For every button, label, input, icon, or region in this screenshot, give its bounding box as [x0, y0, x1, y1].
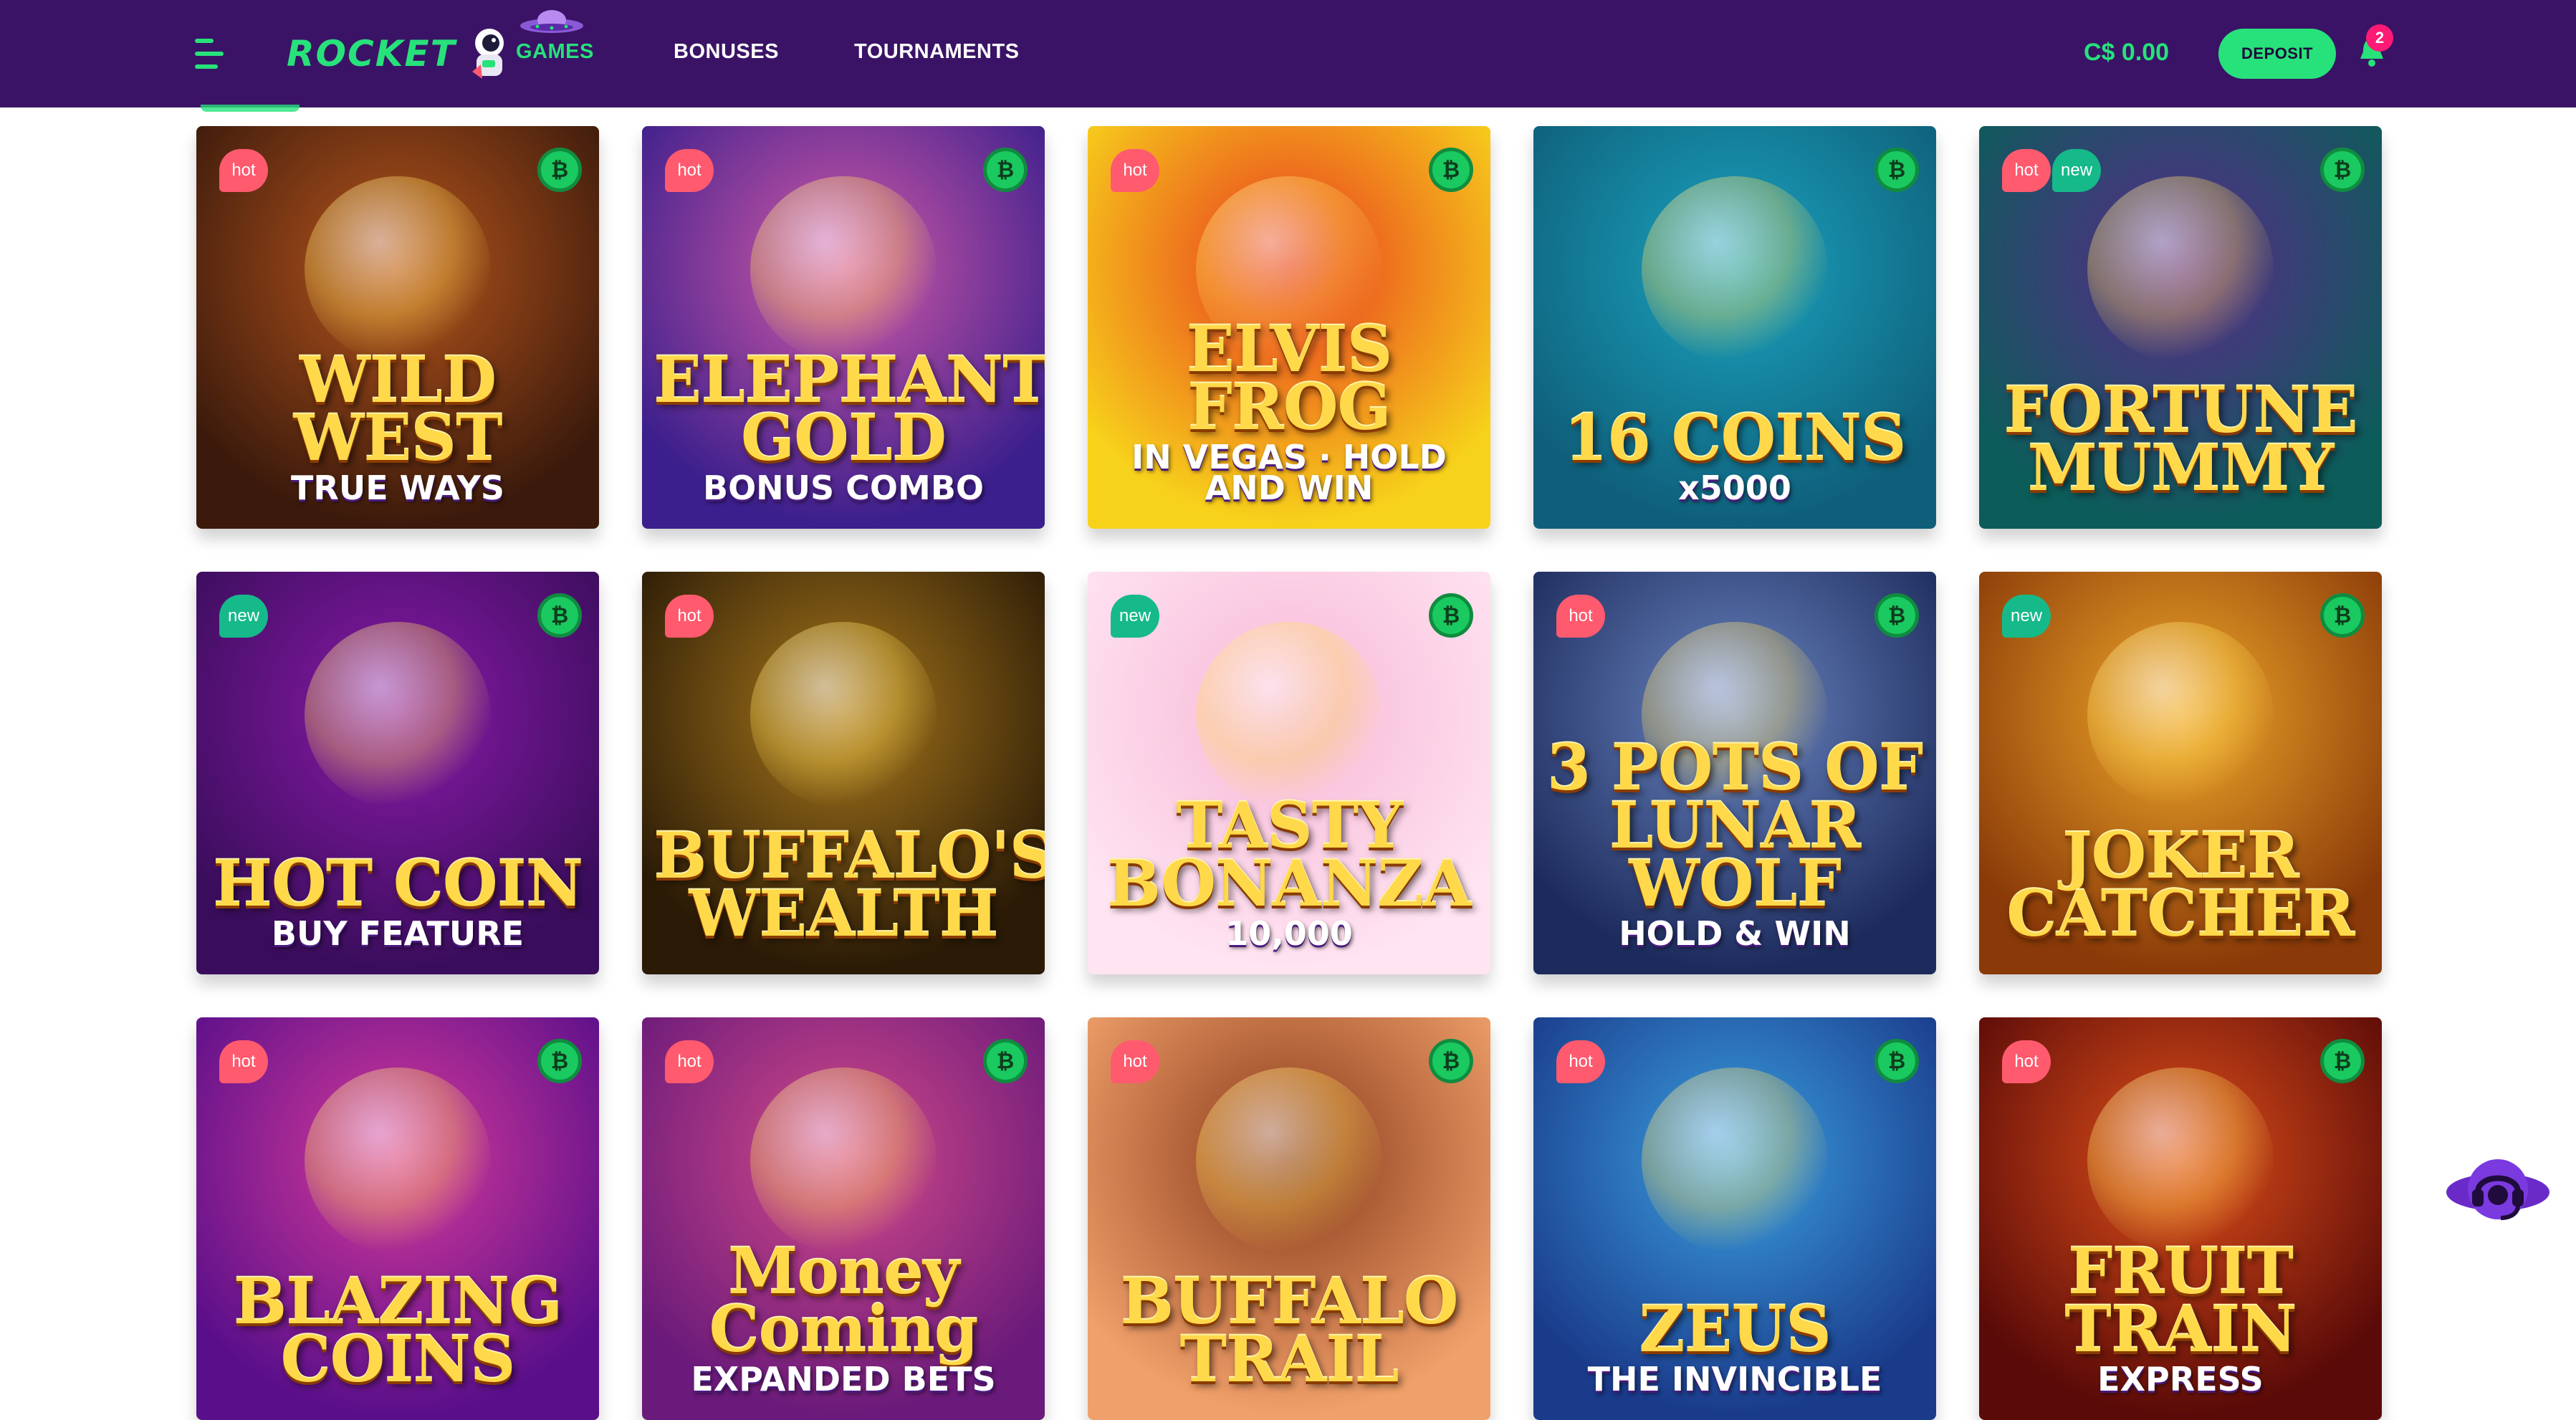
- bitcoin-icon: ₿: [1874, 148, 1919, 192]
- game-art: [1642, 176, 1828, 363]
- game-art: [2087, 1068, 2274, 1254]
- game-title: JOKER CATCHER: [2006, 818, 2355, 951]
- balance-display[interactable]: C$ 0.00: [2084, 39, 2169, 67]
- bitcoin-icon: ₿: [537, 1039, 582, 1083]
- game-subtitle: EXPRESS: [2097, 1359, 2264, 1399]
- nav-tournaments[interactable]: TOURNAMENTS: [854, 40, 1020, 64]
- top-header: ROCKET GAMES BONUSES TOURNAMENTS C$ 0.00…: [0, 0, 2576, 107]
- bitcoin-icon: ₿: [2320, 148, 2365, 192]
- ufo-icon: [520, 10, 583, 33]
- bitcoin-icon: ₿: [1429, 148, 1473, 192]
- bitcoin-icon: ₿: [1429, 593, 1473, 638]
- game-tile[interactable]: WILD WEST TRUE WAYS hot ₿: [196, 126, 599, 529]
- bitcoin-icon: ₿: [1429, 1039, 1473, 1083]
- game-tile[interactable]: ELVIS FROG IN VEGAS · HOLD AND WIN hot ₿: [1088, 126, 1490, 529]
- hot-badge: hot: [665, 1040, 714, 1083]
- bitcoin-icon: ₿: [537, 593, 582, 638]
- game-tile[interactable]: ELEPHANT'S GOLDBONUS COMBO hot ₿: [642, 126, 1045, 529]
- game-tile[interactable]: HOT COIN BUY FEATURE new ₿: [196, 572, 599, 974]
- game-subtitle: x5000: [1678, 468, 1791, 507]
- game-title: BLAZING COINS: [233, 1264, 563, 1397]
- game-title: FRUIT TRAIN EXPRESS: [1979, 1239, 2382, 1399]
- game-art: [750, 1068, 937, 1254]
- game-art: [2087, 176, 2274, 363]
- hot-badge: hot: [1111, 1040, 1159, 1083]
- hot-badge: hot: [2002, 149, 2051, 192]
- notification-badge: 2: [2366, 24, 2393, 52]
- hot-badge: hot: [1556, 1040, 1605, 1083]
- hot-badge: hot: [219, 1040, 268, 1083]
- game-art: [1196, 622, 1382, 808]
- game-title: HOT COIN BUY FEATURE: [196, 852, 599, 953]
- game-tile[interactable]: ZEUS THE INVINCIBLE hot ₿: [1533, 1017, 1936, 1420]
- bitcoin-icon: ₿: [983, 1039, 1028, 1083]
- game-tile[interactable]: 3 POTS OF LUNAR WOLF HOLD & WIN hot ₿: [1533, 572, 1936, 974]
- game-title: ELEPHANT'S GOLDBONUS COMBO: [653, 342, 1045, 507]
- game-title: WILD WEST TRUE WAYS: [196, 348, 599, 507]
- game-title: 16 COINS x5000: [1533, 406, 1936, 507]
- game-subtitle: EXPANDED BETS: [691, 1359, 996, 1399]
- nav-games[interactable]: GAMES: [516, 40, 594, 64]
- game-tile[interactable]: TASTY BONANZA 10,000 new ₿: [1088, 572, 1490, 974]
- game-subtitle: 10,000: [1225, 913, 1353, 953]
- game-art: [1196, 1068, 1382, 1254]
- game-title: ZEUS THE INVINCIBLE: [1533, 1297, 1936, 1399]
- game-art: [305, 1068, 491, 1254]
- site-logo[interactable]: ROCKET: [287, 21, 512, 86]
- category-tab-indicator: [201, 105, 300, 112]
- game-art: [750, 622, 937, 808]
- game-tile[interactable]: FORTUNE MUMMY hot new ₿: [1979, 126, 2382, 529]
- game-title: BUFFALO TRAIL: [1120, 1264, 1459, 1397]
- game-tile[interactable]: JOKER CATCHER new ₿: [1979, 572, 2382, 974]
- new-badge: new: [2002, 595, 2051, 638]
- new-badge: new: [2052, 149, 2102, 192]
- hot-badge: hot: [219, 149, 268, 192]
- game-tile[interactable]: 16 COINS x5000 ₿: [1533, 126, 1936, 529]
- new-badge: new: [219, 595, 269, 638]
- bitcoin-icon: ₿: [1874, 1039, 1919, 1083]
- game-subtitle: IN VEGAS · HOLD AND WIN: [1131, 438, 1447, 507]
- game-title: Money Coming EXPANDED BETS: [642, 1239, 1045, 1399]
- game-tile[interactable]: FRUIT TRAIN EXPRESS hot ₿: [1979, 1017, 2382, 1420]
- bitcoin-icon: ₿: [1874, 593, 1919, 638]
- hot-badge: hot: [665, 149, 714, 192]
- game-art: [2087, 622, 2274, 808]
- hot-badge: hot: [1111, 149, 1159, 192]
- game-art: [305, 176, 491, 363]
- game-tile[interactable]: BLAZING COINS hot ₿: [196, 1017, 599, 1420]
- nav-bonuses[interactable]: BONUSES: [674, 40, 779, 64]
- hot-badge: hot: [665, 595, 714, 638]
- game-art: [1642, 1068, 1828, 1254]
- bitcoin-icon: ₿: [537, 148, 582, 192]
- support-chat-icon[interactable]: [2443, 1151, 2552, 1229]
- game-subtitle: THE INVINCIBLE: [1587, 1359, 1882, 1399]
- game-art: [305, 622, 491, 808]
- game-tile[interactable]: BUFFALO TRAIL hot ₿: [1088, 1017, 1490, 1420]
- game-tile[interactable]: BUFFALO'S WEALTH hot: [642, 572, 1045, 974]
- bitcoin-icon: ₿: [2320, 593, 2365, 638]
- game-art: [750, 176, 937, 363]
- game-tile[interactable]: Money Coming EXPANDED BETS hot ₿: [642, 1017, 1045, 1420]
- game-title: 3 POTS OF LUNAR WOLF HOLD & WIN: [1533, 736, 1936, 953]
- game-subtitle: BUY FEATURE: [271, 913, 525, 953]
- game-subtitle: BONUS COMBO: [703, 468, 984, 507]
- game-title: ELVIS FROG IN VEGAS · HOLD AND WIN: [1088, 317, 1490, 507]
- bitcoin-icon: ₿: [2320, 1039, 2365, 1083]
- menu-icon[interactable]: [195, 39, 224, 69]
- new-badge: new: [1111, 595, 1160, 638]
- bitcoin-icon: ₿: [983, 148, 1028, 192]
- hot-badge: hot: [2002, 1040, 2051, 1083]
- logo-text: ROCKET: [287, 33, 456, 75]
- game-subtitle: HOLD & WIN: [1619, 913, 1851, 953]
- game-subtitle: TRUE WAYS: [291, 468, 504, 507]
- game-title: FORTUNE MUMMY: [2003, 373, 2357, 506]
- deposit-button[interactable]: DEPOSIT: [2218, 29, 2336, 79]
- hot-badge: hot: [1556, 595, 1605, 638]
- astronaut-icon: [471, 29, 504, 79]
- game-title: BUFFALO'S WEALTH: [653, 818, 1045, 951]
- game-title: TASTY BONANZA 10,000: [1088, 794, 1490, 953]
